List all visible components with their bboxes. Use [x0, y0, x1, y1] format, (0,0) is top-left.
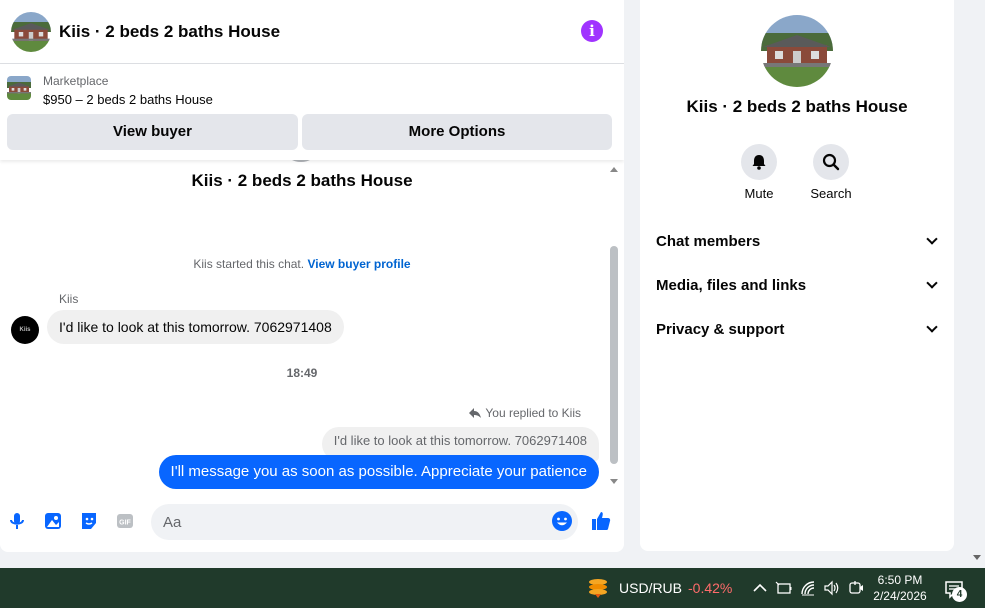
section-label: Privacy & support [656, 320, 785, 338]
reply-note: You replied to Kiis [469, 406, 581, 420]
like-icon[interactable] [590, 510, 612, 532]
scroll-down-arrow[interactable] [610, 479, 618, 484]
chat-title[interactable]: Kiis · 2 beds 2 baths House [59, 22, 280, 42]
thread-avatar [286, 160, 316, 162]
taskbar: USD/RUB -0.42% 6:50 PM 2/24/2026 4 [0, 568, 985, 608]
message-scrollbar[interactable] [606, 160, 622, 492]
section-chat-members[interactable]: Chat members [656, 225, 940, 257]
search-icon [822, 153, 840, 171]
section-label: Media, files and links [656, 276, 807, 294]
volume-icon[interactable] [823, 579, 841, 597]
message-list: Kiis · 2 beds 2 baths House Kiis started… [0, 160, 624, 492]
notification-badge: 4 [952, 587, 967, 602]
mute-button[interactable]: Mute [729, 144, 789, 201]
thread-title: Kiis · 2 beds 2 baths House [191, 171, 413, 190]
listing-title[interactable]: $950 – 2 beds 2 baths House [43, 92, 213, 107]
chat-started-text: Kiis started this chat. [193, 257, 305, 271]
profile-title: Kiis · 2 beds 2 baths House [686, 97, 908, 116]
sticker-icon[interactable] [78, 510, 100, 532]
profile-avatar[interactable] [761, 15, 833, 87]
coin-stack-icon[interactable] [587, 577, 609, 599]
emoji-icon[interactable] [551, 510, 573, 532]
reply-note-text: You replied to Kiis [485, 406, 581, 420]
marketplace-bar: Marketplace $950 – 2 beds 2 baths House … [0, 64, 624, 160]
page-scroll-down-arrow[interactable] [973, 555, 981, 560]
section-privacy-support[interactable]: Privacy & support [656, 313, 940, 345]
scroll-thumb[interactable] [610, 246, 618, 464]
view-buyer-button[interactable]: View buyer [7, 114, 298, 150]
chevron-down-icon [926, 233, 938, 245]
ticker-pair[interactable]: USD/RUB [619, 580, 682, 596]
view-buyer-profile-link[interactable]: View buyer profile [307, 257, 410, 271]
outgoing-message[interactable]: I'll message you as soon as possible. Ap… [158, 455, 599, 489]
incoming-message[interactable]: I'd like to look at this tomorrow. 70629… [47, 310, 344, 344]
battery-icon[interactable] [775, 579, 793, 597]
chat-header: Kiis · 2 beds 2 baths House i [0, 0, 624, 64]
chevron-up-icon[interactable] [751, 579, 769, 597]
section-media-files-links[interactable]: Media, files and links [656, 269, 940, 301]
microphone-icon[interactable] [6, 510, 28, 532]
composer: GIF [0, 500, 624, 544]
photo-icon[interactable] [42, 510, 64, 532]
chat-started-notice: Kiis started this chat. View buyer profi… [0, 257, 604, 271]
info-icon[interactable]: i [581, 20, 603, 42]
scroll-up-arrow[interactable] [610, 167, 618, 172]
clock-time: 6:50 PM [877, 573, 923, 587]
reply-icon [469, 408, 482, 418]
listing-thumbnail[interactable] [7, 76, 31, 100]
conversation-avatar[interactable] [11, 12, 51, 52]
more-options-button[interactable]: More Options [302, 114, 612, 150]
system-clock[interactable]: 6:50 PM 2/24/2026 [872, 572, 928, 604]
time-separator: 18:49 [286, 366, 318, 380]
ticker-change[interactable]: -0.42% [688, 580, 732, 596]
wifi-icon[interactable] [799, 579, 817, 597]
marketplace-label: Marketplace [43, 74, 109, 88]
message-input[interactable] [151, 504, 578, 540]
conversation-info-panel: Kiis · 2 beds 2 baths House Mute Search … [640, 0, 954, 551]
search-label: Search [810, 186, 852, 201]
chat-panel: Kiis · 2 beds 2 baths House i Marketplac… [0, 0, 624, 552]
gif-icon[interactable]: GIF [114, 510, 136, 532]
clock-date: 2/24/2026 [873, 589, 927, 603]
mute-label: Mute [744, 186, 774, 201]
sender-name: Kiis [59, 292, 79, 306]
chevron-down-icon [926, 321, 938, 333]
sender-avatar[interactable]: Kiis [11, 316, 39, 344]
search-button[interactable]: Search [801, 144, 861, 201]
chevron-down-icon [926, 277, 938, 289]
section-label: Chat members [656, 232, 761, 250]
meet-now-icon[interactable] [847, 579, 865, 597]
svg-text:GIF: GIF [119, 520, 131, 527]
bell-icon [752, 155, 766, 170]
